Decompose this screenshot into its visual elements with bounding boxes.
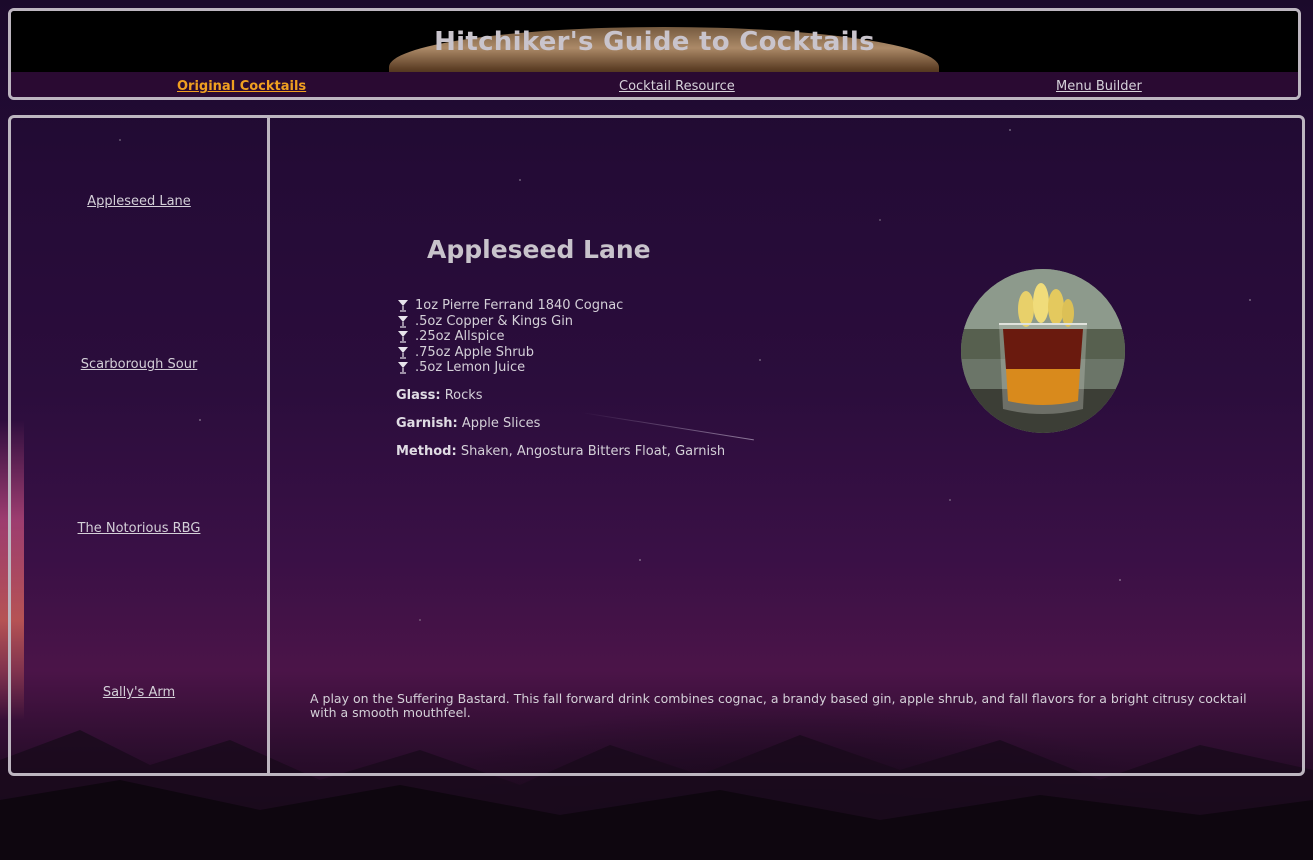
cocktail-photo-illustration <box>961 269 1125 433</box>
nav-original-cocktails[interactable]: Original Cocktails <box>177 79 306 94</box>
cocktail-glass-bullet-icon <box>398 300 408 312</box>
cocktail-glass-bullet-icon <box>398 315 408 328</box>
glass-label: Glass: <box>396 388 441 403</box>
method-value: Shaken, Angostura Bitters Float, Garnish <box>460 444 726 459</box>
method-detail: Method: Shaken, Angostura Bitters Float,… <box>396 444 725 459</box>
ingredient-item: .5oz Copper & Kings Gin <box>396 314 623 330</box>
header-banner: Hitchiker's Guide to Cocktails <box>11 11 1298 87</box>
cocktail-glass-bullet-icon <box>398 331 408 343</box>
drink-title: Appleseed Lane <box>427 235 651 264</box>
ingredient-item: .75oz Apple Shrub <box>396 345 623 361</box>
cocktail-glass-bullet-icon <box>398 362 408 374</box>
glass-value: Rocks <box>444 388 483 403</box>
cocktail-glass-bullet-icon <box>398 346 408 359</box>
cocktail-sidebar: Appleseed Lane Scarborough Sour The Noto… <box>11 118 270 773</box>
garnish-label: Garnish: <box>396 416 458 431</box>
garnish-value: Apple Slices <box>461 416 541 431</box>
ingredient-text: 1oz Pierre Ferrand 1840 Cognac <box>415 298 624 313</box>
ingredient-item: .5oz Lemon Juice <box>396 360 623 376</box>
top-nav: Original Cocktails Cocktail Resource Men… <box>11 72 1298 97</box>
sidebar-item-sallys-arm[interactable]: Sally's Arm <box>11 685 267 700</box>
method-label: Method: <box>396 444 457 459</box>
site-header: Hitchiker's Guide to Cocktails Original … <box>8 8 1301 100</box>
ingredient-text: .5oz Lemon Juice <box>415 360 526 375</box>
ingredient-item: .25oz Allspice <box>396 329 623 345</box>
ingredient-text: .75oz Apple Shrub <box>415 344 535 360</box>
sidebar-item-appleseed-lane[interactable]: Appleseed Lane <box>11 194 267 209</box>
ingredient-text: .25oz Allspice <box>415 329 505 344</box>
sidebar-item-notorious-rbg[interactable]: The Notorious RBG <box>11 521 267 536</box>
nav-cocktail-resource[interactable]: Cocktail Resource <box>619 79 735 94</box>
shooting-star <box>580 412 754 441</box>
glass-detail: Glass: Rocks <box>396 388 483 403</box>
site-title: Hitchiker's Guide to Cocktails <box>434 27 875 57</box>
nav-menu-builder[interactable]: Menu Builder <box>1056 79 1142 94</box>
ingredient-item: 1oz Pierre Ferrand 1840 Cognac <box>396 298 623 314</box>
ingredient-text: .5oz Copper & Kings Gin <box>415 313 574 329</box>
sidebar-item-scarborough-sour[interactable]: Scarborough Sour <box>11 357 267 372</box>
main-content-frame: Appleseed Lane Scarborough Sour The Noto… <box>8 115 1305 776</box>
ingredient-list: 1oz Pierre Ferrand 1840 Cognac .5oz Copp… <box>396 298 623 376</box>
garnish-detail: Garnish: Apple Slices <box>396 416 540 431</box>
cocktail-photo <box>961 269 1125 433</box>
drink-description: A play on the Suffering Bastard. This fa… <box>310 690 1247 720</box>
